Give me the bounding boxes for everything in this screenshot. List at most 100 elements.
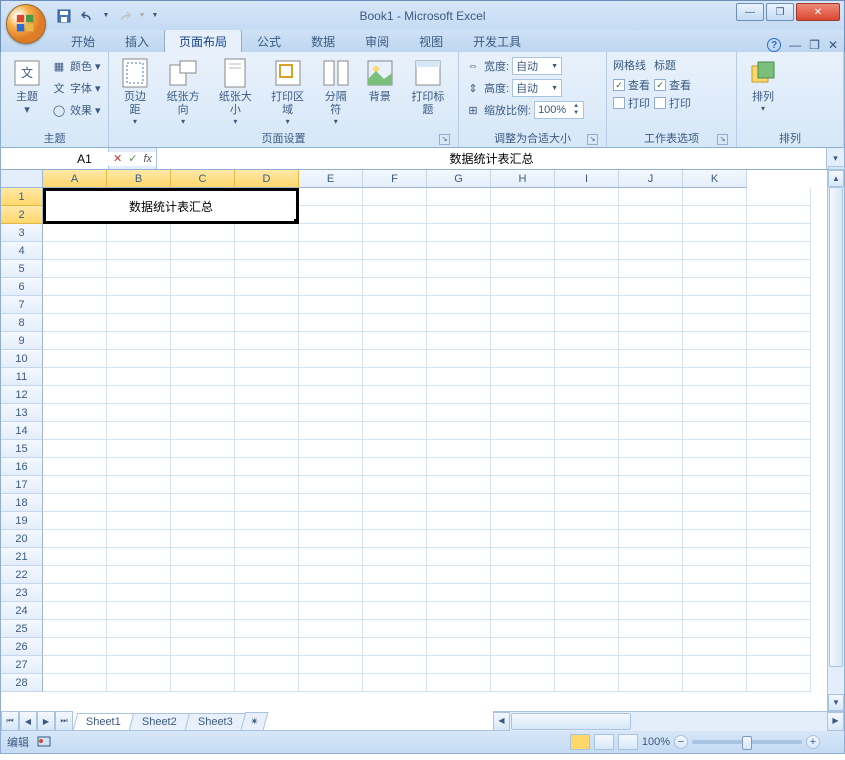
- cell[interactable]: [491, 458, 555, 476]
- cell[interactable]: [555, 332, 619, 350]
- row-header[interactable]: 6: [1, 278, 43, 296]
- cell[interactable]: [555, 638, 619, 656]
- cell[interactable]: [555, 278, 619, 296]
- cell[interactable]: [747, 350, 811, 368]
- cell[interactable]: [747, 458, 811, 476]
- cell[interactable]: [363, 224, 427, 242]
- cell[interactable]: [555, 476, 619, 494]
- sheet-nav-next[interactable]: ▶: [37, 711, 55, 731]
- cell[interactable]: [107, 332, 171, 350]
- cell[interactable]: [683, 458, 747, 476]
- cell[interactable]: [43, 386, 107, 404]
- scroll-up-button[interactable]: ▲: [828, 170, 844, 187]
- cell[interactable]: [427, 260, 491, 278]
- row-header[interactable]: 8: [1, 314, 43, 332]
- col-header-g[interactable]: G: [427, 170, 491, 188]
- cell[interactable]: [43, 512, 107, 530]
- help-button[interactable]: ?: [767, 38, 781, 52]
- cell[interactable]: [299, 332, 363, 350]
- cell[interactable]: [747, 638, 811, 656]
- cell[interactable]: [427, 422, 491, 440]
- cell[interactable]: [299, 386, 363, 404]
- redo-dropdown[interactable]: ▼: [137, 5, 147, 27]
- cell[interactable]: [299, 206, 363, 224]
- cell[interactable]: [171, 224, 235, 242]
- cell[interactable]: [107, 368, 171, 386]
- cell[interactable]: [683, 368, 747, 386]
- cell[interactable]: [299, 656, 363, 674]
- cell[interactable]: [427, 296, 491, 314]
- cell[interactable]: [427, 278, 491, 296]
- cell[interactable]: [235, 242, 299, 260]
- row-header[interactable]: 24: [1, 602, 43, 620]
- cell[interactable]: [619, 656, 683, 674]
- cell[interactable]: [235, 512, 299, 530]
- cell[interactable]: [747, 548, 811, 566]
- cell[interactable]: [107, 314, 171, 332]
- cell[interactable]: [683, 296, 747, 314]
- cell[interactable]: [619, 404, 683, 422]
- cell[interactable]: [235, 260, 299, 278]
- col-header-h[interactable]: H: [491, 170, 555, 188]
- cell[interactable]: [299, 494, 363, 512]
- cell[interactable]: [43, 674, 107, 692]
- cell[interactable]: [235, 296, 299, 314]
- cell[interactable]: [683, 638, 747, 656]
- margins-button[interactable]: 页边距▾: [115, 55, 155, 130]
- cell[interactable]: [107, 260, 171, 278]
- cell[interactable]: [747, 530, 811, 548]
- cell[interactable]: [619, 350, 683, 368]
- cell[interactable]: [555, 584, 619, 602]
- cell[interactable]: [171, 314, 235, 332]
- cell[interactable]: [363, 638, 427, 656]
- cell[interactable]: [683, 656, 747, 674]
- cell[interactable]: [299, 548, 363, 566]
- cell[interactable]: [43, 332, 107, 350]
- vertical-scrollbar[interactable]: ▲ ▼: [827, 170, 844, 711]
- cell[interactable]: [171, 404, 235, 422]
- cell[interactable]: [299, 278, 363, 296]
- cell[interactable]: [491, 332, 555, 350]
- cell[interactable]: [427, 620, 491, 638]
- row-header[interactable]: 16: [1, 458, 43, 476]
- cell[interactable]: [171, 584, 235, 602]
- cell[interactable]: [491, 386, 555, 404]
- cell[interactable]: [43, 566, 107, 584]
- cell[interactable]: [299, 458, 363, 476]
- cell[interactable]: [299, 242, 363, 260]
- cell[interactable]: [491, 584, 555, 602]
- row-header[interactable]: 22: [1, 566, 43, 584]
- cell[interactable]: [683, 602, 747, 620]
- cell[interactable]: [107, 296, 171, 314]
- cell[interactable]: [235, 386, 299, 404]
- cell[interactable]: [427, 404, 491, 422]
- cell[interactable]: [299, 188, 363, 206]
- cell[interactable]: [107, 440, 171, 458]
- cell[interactable]: [235, 494, 299, 512]
- row-header[interactable]: 1: [1, 188, 43, 206]
- cell[interactable]: [43, 602, 107, 620]
- cell[interactable]: [619, 206, 683, 224]
- cell[interactable]: [299, 260, 363, 278]
- zoom-slider[interactable]: [692, 740, 802, 744]
- cell[interactable]: [299, 296, 363, 314]
- cell[interactable]: [43, 584, 107, 602]
- cell[interactable]: [747, 656, 811, 674]
- orientation-button[interactable]: 纸张方向▾: [159, 55, 207, 130]
- cell[interactable]: [43, 350, 107, 368]
- cell[interactable]: [363, 206, 427, 224]
- horizontal-scrollbar[interactable]: ◀ ▶: [493, 711, 844, 731]
- size-button[interactable]: 纸张大小▾: [211, 55, 259, 130]
- cell[interactable]: [683, 404, 747, 422]
- cell[interactable]: [619, 386, 683, 404]
- cell[interactable]: [683, 206, 747, 224]
- merged-cell-a1-d2[interactable]: 数据统计表汇总: [43, 188, 299, 224]
- cell[interactable]: [491, 350, 555, 368]
- cell[interactable]: [619, 260, 683, 278]
- cell[interactable]: [555, 386, 619, 404]
- cell[interactable]: [683, 548, 747, 566]
- scroll-left-button[interactable]: ◀: [493, 712, 510, 731]
- macro-record-button[interactable]: [37, 734, 51, 751]
- cell[interactable]: [171, 494, 235, 512]
- cell[interactable]: [491, 188, 555, 206]
